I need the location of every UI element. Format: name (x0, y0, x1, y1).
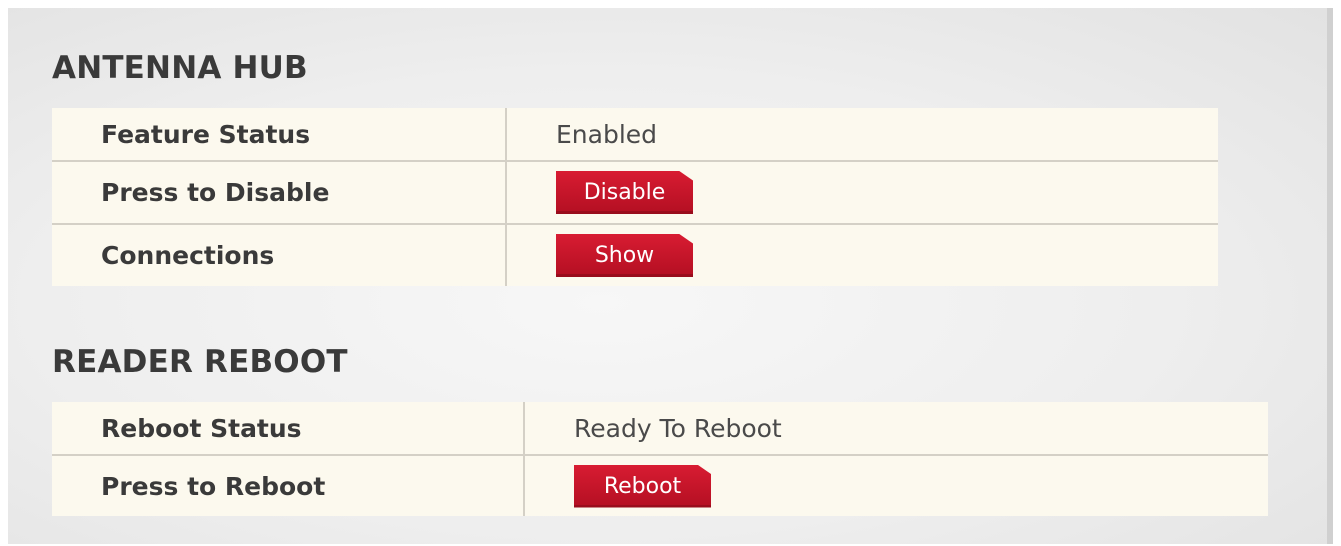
table-row: Reboot Status Ready To Reboot (52, 402, 1268, 455)
show-connections-button[interactable]: Show (556, 234, 693, 277)
reader-reboot-title: READER REBOOT (52, 344, 348, 380)
reader-reboot-table: Reboot Status Ready To Reboot Press to R… (52, 402, 1268, 516)
connections-label: Connections (52, 223, 507, 286)
show-button-cell: Show (506, 223, 1218, 286)
settings-panel: ANTENNA HUB Feature Status Enabled Press… (8, 8, 1333, 544)
disable-button-cell: Disable (506, 160, 1218, 224)
press-to-reboot-label: Press to Reboot (52, 454, 525, 516)
table-row: Connections Show (52, 223, 1218, 286)
feature-status-label: Feature Status (52, 108, 507, 161)
reboot-button[interactable]: Reboot (574, 464, 711, 508)
table-row: Feature Status Enabled (52, 108, 1218, 161)
table-row: Press to Disable Disable (52, 160, 1218, 224)
reboot-status-label: Reboot Status (52, 402, 525, 455)
disable-button[interactable]: Disable (556, 171, 693, 214)
press-to-disable-label: Press to Disable (52, 160, 507, 224)
table-row: Press to Reboot Reboot (52, 454, 1268, 516)
antenna-hub-table: Feature Status Enabled Press to Disable … (52, 108, 1218, 286)
antenna-hub-title: ANTENNA HUB (52, 50, 308, 86)
feature-status-value: Enabled (556, 119, 658, 149)
reboot-button-cell: Reboot (524, 454, 1268, 516)
reboot-status-value: Ready To Reboot (574, 413, 782, 443)
